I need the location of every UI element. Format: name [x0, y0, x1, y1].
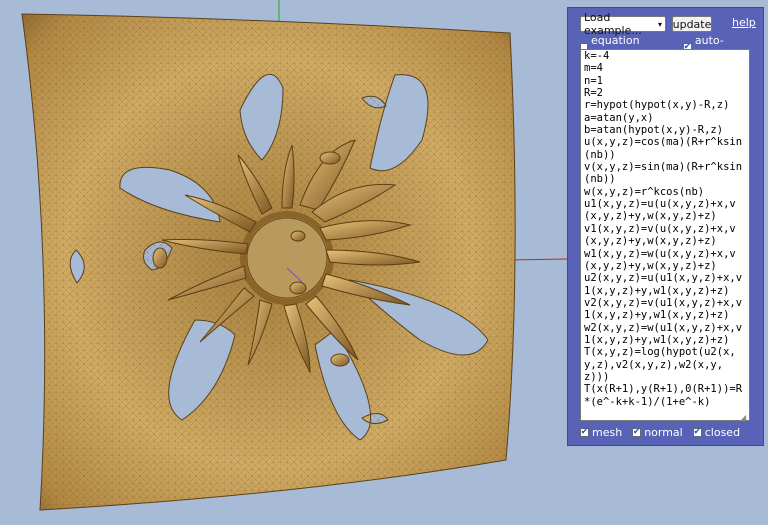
control-panel: Load example... ▾ update help equation p… — [567, 7, 764, 446]
normal-checkbox[interactable]: ✔ — [632, 428, 642, 437]
update-button[interactable]: update — [672, 16, 712, 32]
equation-editor[interactable]: k=-4 m=4 n=1 R=2 r=hypot(hypot(x,y)-R,z)… — [580, 49, 750, 421]
load-example-select[interactable]: Load example... ▾ — [580, 11, 666, 37]
normal-label: normal — [644, 426, 683, 439]
mesh-label: mesh — [592, 426, 623, 439]
mesh-checkbox[interactable]: ✔ — [580, 428, 589, 437]
closed-label: closed — [704, 426, 741, 439]
help-link[interactable]: help — [732, 16, 756, 29]
closed-checkbox[interactable]: ✔ — [692, 428, 702, 437]
chevron-down-icon: ▾ — [657, 19, 662, 29]
